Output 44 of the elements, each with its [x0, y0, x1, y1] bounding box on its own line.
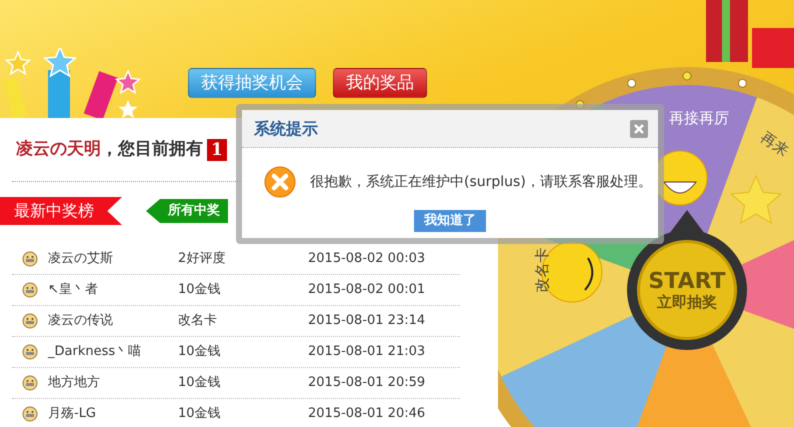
winner-name: 凌云の传说: [48, 312, 114, 330]
dialog-message: 很抱歉，系统正在维护中(surplus)，请联系客服处理。: [310, 172, 652, 192]
winner-name: 月殇-LG: [48, 405, 98, 424]
win-time: 2015-08-01 20:46: [308, 405, 426, 424]
prize-name: 10金钱: [178, 281, 222, 300]
prize-name: 改名卡: [178, 312, 218, 330]
count-badge: 1: [207, 138, 227, 160]
prize-segment-label: 再来: [757, 128, 792, 160]
prize-segment-label: 改名卡: [533, 248, 551, 292]
greeting-text: ，您目前拥有: [101, 138, 203, 161]
light-icon: [738, 78, 747, 88]
winner-name: 凌云の艾斯: [48, 250, 114, 268]
win-time: 2015-08-02 00:03: [308, 250, 426, 268]
error-icon: [264, 166, 296, 198]
face-icon: [22, 282, 38, 298]
face-icon: [22, 406, 38, 422]
prize-segment-label: 再接再厉: [669, 109, 729, 127]
tab[interactable]: 最新中奖榜: [0, 197, 122, 225]
face-icon: [22, 313, 38, 329]
face-icon: [22, 344, 38, 360]
close-button[interactable]: [630, 120, 648, 138]
win-time: 2015-08-01 23:14: [308, 312, 426, 330]
star-icon: [730, 174, 782, 224]
prize-name: 2好评度: [178, 250, 226, 268]
ok-button[interactable]: 我知道了: [414, 210, 486, 232]
light-icon: [682, 72, 692, 80]
user-name: 凌云の天明: [16, 138, 101, 161]
prize-name: 10金钱: [178, 405, 222, 424]
face-icon: [22, 251, 38, 267]
tab[interactable]: 所有中奖: [146, 199, 228, 223]
header-button[interactable]: 我的奖品: [333, 68, 427, 98]
winner-name: 地方地方: [48, 374, 101, 392]
face-icon: [22, 375, 38, 391]
winner-name: _Darkness丶喵: [48, 343, 142, 362]
close-icon: [634, 124, 644, 134]
light-icon: [627, 78, 636, 88]
prize-name: 10金钱: [178, 374, 222, 392]
header-button[interactable]: 获得抽奖机会: [188, 68, 316, 98]
winner-name: ↖皇丶者: [48, 281, 99, 300]
win-time: 2015-08-02 00:01: [308, 281, 426, 300]
win-time: 2015-08-01 21:03: [308, 343, 426, 362]
win-time: 2015-08-01 20:59: [308, 374, 426, 392]
dialog-title: 系统提示: [254, 118, 318, 140]
prize-name: 10金钱: [178, 343, 222, 362]
